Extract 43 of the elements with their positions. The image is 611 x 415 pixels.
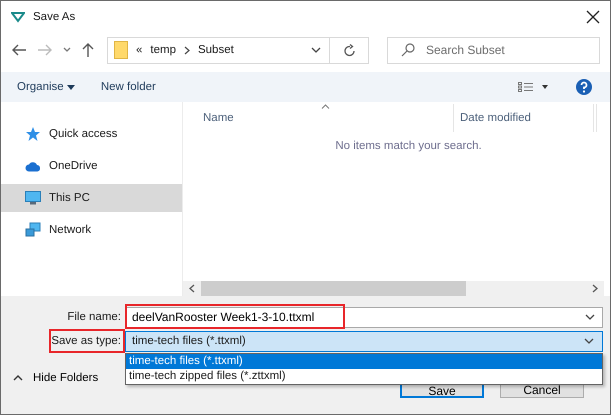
horizontal-scrollbar[interactable] <box>183 281 604 296</box>
cloud-icon <box>25 160 41 172</box>
column-header[interactable]: Date modified <box>454 104 594 132</box>
view-options-icon[interactable] <box>518 82 548 92</box>
empty-message: No items match your search. <box>334 140 483 152</box>
sidebar-item[interactable]: Network <box>1 216 182 244</box>
organise-menu-button[interactable]: Organise <box>11 79 81 95</box>
up-arrow-icon[interactable] <box>81 42 95 58</box>
back-arrow-icon[interactable] <box>11 43 27 57</box>
search-field[interactable]: Search Subset <box>387 36 600 64</box>
address-bar[interactable]: « temp Subset <box>107 36 369 64</box>
hide-folders-button[interactable]: Hide Folders <box>13 370 98 386</box>
chevron-up-icon <box>13 375 23 381</box>
breadcrumb-overflow[interactable]: « <box>136 44 142 56</box>
dropdown-caret-icon[interactable] <box>584 338 594 344</box>
sidebar-item[interactable]: This PC <box>1 184 182 212</box>
close-icon[interactable] <box>586 10 600 24</box>
caret-down-icon <box>66 85 75 90</box>
sidebar-item[interactable]: OneDrive <box>1 152 182 180</box>
dropdown-option[interactable]: time-tech files (*.ttxml) <box>126 354 602 369</box>
file-type-dropdown[interactable]: time-tech files (*.ttxml) <box>125 330 603 352</box>
chevron-icon <box>184 46 190 54</box>
folder-icon <box>114 41 128 59</box>
dropdown-caret-icon[interactable] <box>311 47 321 53</box>
field-label: Save as type: <box>51 335 121 347</box>
star-icon <box>25 126 41 142</box>
dropdown-caret-icon[interactable] <box>585 314 595 320</box>
window-title: Save As <box>33 11 76 23</box>
sort-caret-icon <box>321 104 330 109</box>
search-icon <box>401 42 415 56</box>
network-icon <box>25 222 41 238</box>
breadcrumb[interactable]: temp <box>150 44 176 56</box>
new-folder-button[interactable]: New folder <box>94 79 162 95</box>
breadcrumb[interactable]: Subset <box>198 44 234 56</box>
file-name-field[interactable]: deelVanRooster Week1-3-10.ttxml <box>125 306 603 328</box>
refresh-icon[interactable] <box>344 44 356 56</box>
column-header[interactable]: Name <box>183 104 454 132</box>
app-icon <box>11 11 25 23</box>
help-icon[interactable] <box>576 79 592 95</box>
field-label: File name: <box>67 311 121 323</box>
monitor-icon <box>25 191 41 205</box>
sidebar-item[interactable]: Quick access <box>1 120 182 148</box>
recent-caret-icon[interactable] <box>63 47 71 53</box>
